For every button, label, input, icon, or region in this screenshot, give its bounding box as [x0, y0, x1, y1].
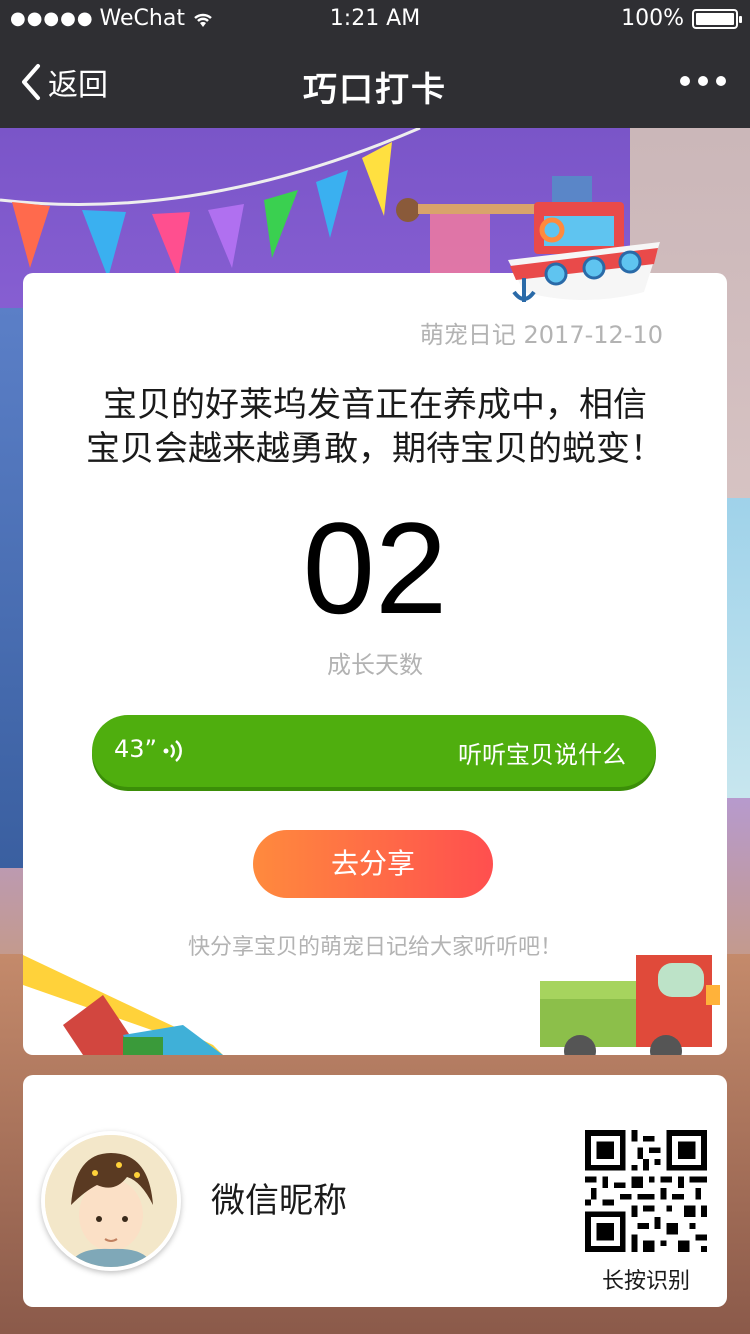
- user-nickname: 微信昵称: [211, 1181, 347, 1221]
- growth-days-label: 成长天数: [327, 651, 423, 679]
- diary-message-line: 宝贝会越来越勇敢，期待宝贝的蜕变！: [86, 429, 664, 469]
- profile-card: 微信昵称 长按识别: [23, 1075, 727, 1307]
- growth-days-count: 02: [302, 495, 448, 641]
- qr-code-icon[interactable]: [585, 1130, 707, 1252]
- diary-message-line: 宝贝的好莱坞发音正在养成中，相信: [103, 385, 647, 425]
- avatar-image: [45, 1135, 177, 1267]
- qr-label: 长按识别: [601, 1269, 690, 1294]
- more-dot-icon: [716, 76, 726, 86]
- toy-truck-decoration: [540, 955, 720, 1055]
- page-title: 巧口打卡: [303, 70, 447, 110]
- more-dot-icon: [698, 76, 708, 86]
- toy-boat-decoration: [508, 176, 660, 302]
- battery-icon: [692, 8, 742, 29]
- diary-date: 萌宠日记 2017-12-10: [419, 321, 663, 349]
- avatar[interactable]: [41, 1131, 181, 1271]
- battery-percent: 100%: [621, 6, 684, 31]
- diary-message: 宝贝的好莱坞发音正在养成中，相信 宝贝会越来越勇敢，期待宝贝的蜕变！: [23, 383, 727, 471]
- voice-play-button[interactable]: 43” 听听宝贝说什么: [92, 715, 656, 787]
- nav-bar: 返回 巧口打卡: [0, 40, 750, 128]
- more-menu-button[interactable]: [680, 76, 726, 86]
- status-bar: ●●●●● WeChat 1:21 AM 100%: [0, 0, 750, 40]
- voice-label: 听听宝贝说什么: [458, 741, 626, 769]
- status-right: 100%: [621, 6, 742, 31]
- voice-duration: 43”: [114, 735, 157, 763]
- more-dot-icon: [680, 76, 690, 86]
- sound-wave-icon: [163, 740, 182, 762]
- share-button[interactable]: 去分享: [253, 830, 493, 898]
- toy-seesaw-decoration: [23, 955, 223, 1055]
